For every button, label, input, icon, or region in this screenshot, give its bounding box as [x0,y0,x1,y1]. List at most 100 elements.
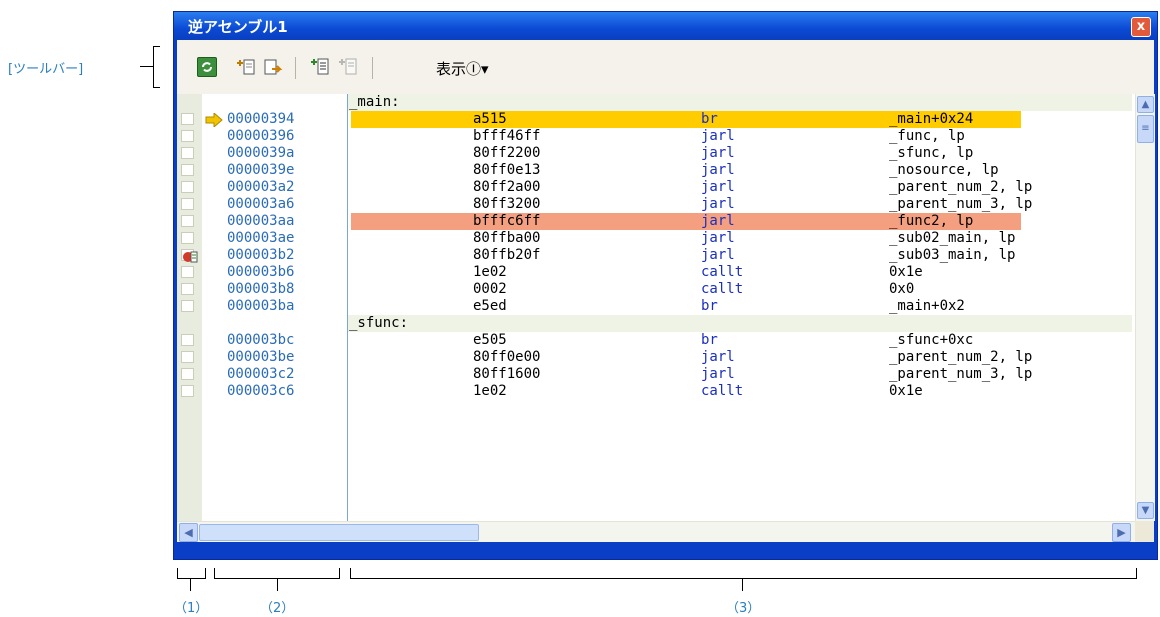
row-mnemonic: jarl [701,247,735,263]
row-code: 80ffb20f [473,247,541,263]
disassemble-window: 逆アセンブル1 x 表示Ⓘ▾ _main: 00000394 a515 br _ma [173,11,1158,560]
event-cell[interactable] [181,113,194,125]
scroll-left-button[interactable]: ◀ [179,523,198,542]
view-menu-button[interactable]: 表示Ⓘ▾ [436,58,489,79]
event-cell[interactable] [181,164,194,176]
event-cell[interactable] [181,368,194,380]
row-address: 000003c6 [227,383,295,399]
horizontal-scrollbar[interactable]: ◀ ▶ [177,521,1135,543]
current-pc-arrow-icon [205,111,223,131]
label-main: _main: [349,94,400,110]
row-operand: _parent_num_3, lp [889,366,1033,382]
window-title: 逆アセンブル1 [188,18,288,36]
row-address: 00000396 [227,128,295,144]
row-operand: _sfunc, lp [889,145,974,161]
row-mnemonic: jarl [701,179,735,195]
disassembly-row[interactable]: 000003be 80ff0e00 jarl _parent_num_2, lp [177,349,1132,366]
title-bar[interactable]: 逆アセンブル1 x [174,12,1157,40]
label-row-bg [348,94,1132,111]
bracket-2 [214,568,340,579]
disassembly-row[interactable]: 000003b6 1e02 callt 0x1e [177,264,1132,281]
row-address: 00000394 [227,111,295,127]
scroll-corner [1135,521,1154,542]
row-code: e505 [473,332,507,348]
close-button[interactable]: x [1131,17,1151,37]
scroll-down-button[interactable]: ▼ [1137,502,1154,519]
row-operand: 0x1e [889,264,923,280]
event-cell[interactable] [181,130,194,142]
disassembly-row[interactable]: 000003c2 80ff1600 jarl _parent_num_3, lp [177,366,1132,383]
row-code: 1e02 [473,264,507,280]
disassembly-row[interactable]: 000003c6 1e02 callt 0x1e [177,383,1132,400]
event-cell[interactable] [181,283,194,295]
disassembly-row[interactable]: 000003ae 80ffba00 jarl _sub02_main, lp [177,230,1132,247]
row-operand: _nosource, lp [889,162,999,178]
event-cell[interactable] [181,334,194,346]
vertical-scroll-thumb[interactable]: ≡ [1137,115,1154,143]
callout-1: （1） [174,601,209,616]
refresh-icon[interactable] [197,57,217,77]
disassemble-only-icon[interactable] [337,57,357,77]
event-cell[interactable] [181,300,194,312]
callout-3: （3） [726,601,761,616]
row-address: 000003c2 [227,366,295,382]
row-address: 0000039a [227,145,295,161]
event-cell[interactable] [181,147,194,159]
row-code: 0002 [473,281,507,297]
disassembly-row[interactable]: 00000394 a515 br _main+0x24 [177,111,1132,128]
disassembly-view: _main: 00000394 a515 br _main+0x24 00000396 b… [177,94,1155,543]
row-operand: _sfunc+0xc [889,332,974,348]
row-mnemonic: jarl [701,196,735,212]
disassembly-row[interactable]: 000003a6 80ff3200 jarl _parent_num_3, lp [177,196,1132,213]
save-icon[interactable] [262,57,283,77]
row-mnemonic: br [701,111,718,127]
row-code: bfff46ff [473,128,541,144]
row-operand: _parent_num_2, lp [889,179,1033,195]
row-operand: 0x0 [889,281,915,297]
go-to-icon[interactable] [235,57,255,77]
disassembly-row[interactable]: 0000039e 80ff0e13 jarl _nosource, lp [177,162,1132,179]
disassembly-row[interactable]: 00000396 bfff46ff jarl _func, lp [177,128,1132,145]
row-mnemonic: br [701,332,718,348]
event-cell[interactable] [181,351,194,363]
row-code: 80ffba00 [473,230,541,246]
disassembly-row[interactable]: 000003b8 0002 callt 0x0 [177,281,1132,298]
row-mnemonic: jarl [701,230,735,246]
label-row-bg [348,315,1132,332]
row-code: 80ff0e13 [473,162,541,178]
disassembly-row[interactable]: 0000039a 80ff2200 jarl _sfunc, lp [177,145,1132,162]
event-cell[interactable] [181,181,194,193]
row-code: bfffc6ff [473,213,541,229]
toolbar-callout: [ツールバー] [8,62,84,77]
row-operand: _parent_num_3, lp [889,196,1033,212]
toolbar: 表示Ⓘ▾ [177,40,1154,94]
label-row: _main: [177,94,1132,111]
row-mnemonic: callt [701,264,744,280]
mix-display-icon[interactable] [309,57,329,77]
row-address: 000003bc [227,332,295,348]
row-operand: _main+0x24 [889,111,974,127]
scroll-right-button[interactable]: ▶ [1112,523,1131,542]
toolbar-separator [372,57,373,79]
label-sfunc: _sfunc: [349,315,409,331]
disassembly-row[interactable]: 000003bc e505 br _sfunc+0xc [177,332,1132,349]
disassembly-row[interactable]: 000003ba e5ed br _main+0x2 [177,298,1132,315]
disassembly-row[interactable]: 000003b2 80ffb20f jarl _sub03_main, lp [177,247,1132,264]
row-mnemonic: callt [701,383,744,399]
row-code: a515 [473,111,507,127]
horizontal-scroll-thumb[interactable] [199,524,479,541]
event-cell[interactable] [181,215,194,227]
row-mnemonic: jarl [701,366,735,382]
disassembly-row[interactable]: 000003a2 80ff2a00 jarl _parent_num_2, lp [177,179,1132,196]
row-code: 80ff3200 [473,196,541,212]
scroll-up-button[interactable]: ▲ [1137,96,1154,113]
vertical-scrollbar[interactable]: ▲ ≡ ▼ [1135,94,1155,521]
event-cell[interactable] [181,198,194,210]
breakpoint-event-icon[interactable] [181,248,199,270]
event-cell[interactable] [181,385,194,397]
row-address: 000003a2 [227,179,295,195]
disassembly-row[interactable]: 000003aa bfffc6ff jarl _func2, lp [177,213,1132,230]
event-cell[interactable] [181,232,194,244]
window-bottom-border [177,542,1154,558]
row-address: 000003b2 [227,247,295,263]
